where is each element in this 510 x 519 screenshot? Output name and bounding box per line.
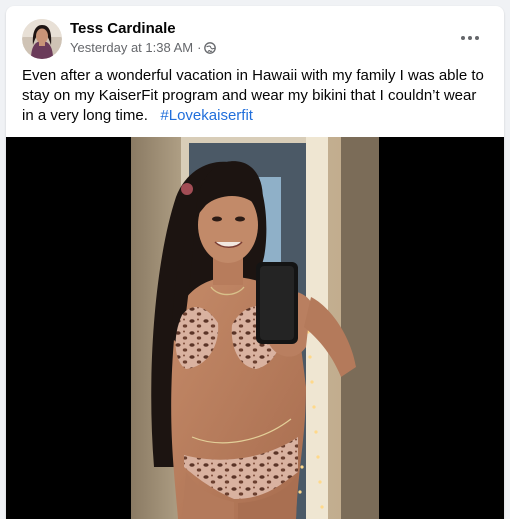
meta-separator: ·	[197, 40, 202, 55]
author-name[interactable]: Tess Cardinale	[70, 20, 176, 37]
author-avatar[interactable]	[22, 19, 62, 59]
post-timestamp[interactable]: Yesterday at 1:38 AM	[70, 40, 193, 55]
post-header: Tess Cardinale Yesterday at 1:38 AM ·	[6, 6, 504, 66]
post-photo[interactable]	[6, 137, 504, 519]
more-options-icon[interactable]	[452, 26, 488, 50]
post-card: Tess Cardinale Yesterday at 1:38 AM · Ev…	[6, 6, 504, 519]
post-caption: Even after a wonderful vacation in Hawai…	[22, 66, 490, 126]
hashtag-link[interactable]: #Lovekaiserfit	[160, 107, 253, 124]
post-meta: Yesterday at 1:38 AM ·	[70, 40, 217, 55]
globe-icon[interactable]	[204, 41, 217, 54]
